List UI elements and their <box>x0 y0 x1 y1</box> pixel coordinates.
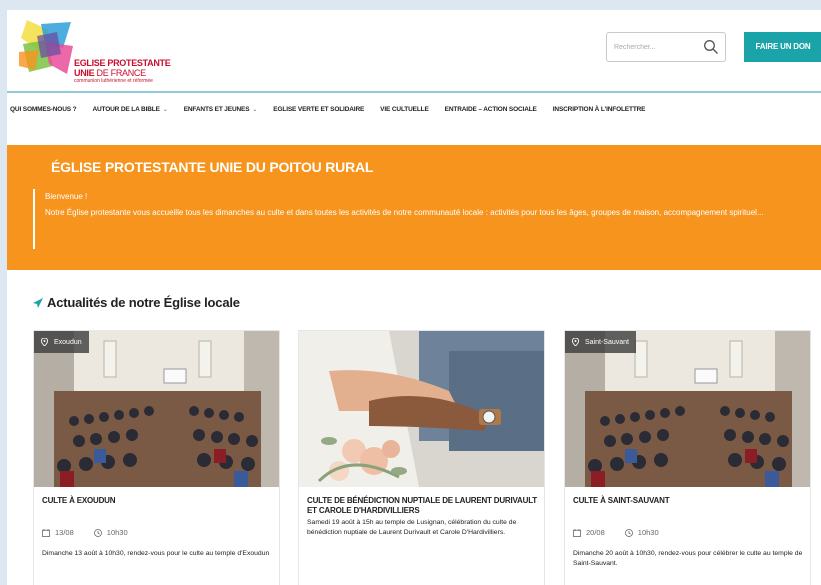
location-tag-label: Saint-Sauvant <box>585 338 629 346</box>
location-tag-label: Exoudun <box>54 338 82 346</box>
nav-item-label: VIE CULTUELLE <box>380 105 429 113</box>
banner-description: Notre Église protestante vous accueille … <box>45 208 764 217</box>
clock-icon <box>93 528 102 537</box>
news-card-benediction[interactable]: CULTE DE BÉNÉDICTION NUPTIALE DE LAURENT… <box>298 330 545 585</box>
logo-line-3: communion luthérienne et réformée <box>74 78 153 84</box>
card-description: Samedi 19 août à 15h au temple de Lusign… <box>307 519 517 536</box>
nav-item-label: AUTOUR DE LA BIBLE <box>92 105 160 113</box>
logo-line-2-normal: DE FRANCE <box>96 68 147 78</box>
nav-item-label: ENFANTS ET JEUNES <box>183 105 250 113</box>
banner-text: Bienvenue ! Notre Église protestante vou… <box>33 189 803 249</box>
nav-item-infolettre[interactable]: INSCRIPTION À L'INFOLETTRE <box>545 106 654 113</box>
card-time: 10h30 <box>106 528 128 537</box>
donate-button[interactable]: FAIRE UN DON <box>744 32 821 62</box>
nav-item-entraide[interactable]: ENTRAIDE – ACTION SOCIALE <box>437 106 545 113</box>
clock-icon <box>624 528 633 537</box>
banner-title: ÉGLISE PROTESTANTE UNIE DU POITOU RURAL <box>51 159 374 175</box>
nav-item-enfants-et-jeunes[interactable]: ENFANTS ET JEUNES ⌄ <box>176 106 266 113</box>
nav-item-autour-de-la-bible[interactable]: AUTOUR DE LA BIBLE ⌄ <box>84 106 175 113</box>
card-meta: 13/08 10h30 <box>42 528 128 537</box>
calendar-icon <box>573 528 581 537</box>
card-title[interactable]: CULTE À SAINT-SAUVANT <box>573 496 805 506</box>
calendar-icon <box>42 528 50 537</box>
location-pin-icon <box>41 338 48 346</box>
card-description: Dimanche 20 août à 10h30, rendez-vous po… <box>573 550 803 567</box>
logo-mark-icon <box>19 20 73 74</box>
church-interior-image <box>565 331 810 487</box>
chevron-down-icon: ⌄ <box>162 106 168 113</box>
news-card-saint-sauvant[interactable]: Saint-Sauvant CULTE À SAINT-SAUVANT 20/0… <box>564 330 811 585</box>
nav-item-label: INSCRIPTION À L'INFOLETTRE <box>552 105 646 113</box>
banner-welcome: Bienvenue ! <box>45 192 88 201</box>
logo-line-2-bold: UNIE <box>74 68 95 78</box>
card-image[interactable]: Exoudun <box>34 331 279 487</box>
card-image[interactable] <box>299 331 544 487</box>
card-date: 13/08 <box>55 528 74 537</box>
location-pin-icon <box>572 338 579 346</box>
nav-item-qui-sommes-nous[interactable]: QUI SOMMES-NOUS ? <box>7 106 84 113</box>
location-tag[interactable]: Exoudun <box>34 331 89 353</box>
nav-item-label: EGLISE VERTE ET SOLIDAIRE <box>273 105 365 113</box>
site-header: EGLISE PROTESTANTE UNIE DE FRANCE commun… <box>7 10 821 93</box>
hero-banner: ÉGLISE PROTESTANTE UNIE DU POITOU RURAL … <box>7 145 821 270</box>
site-logo[interactable]: EGLISE PROTESTANTE UNIE DE FRANCE commun… <box>19 18 179 88</box>
nav-item-eglise-verte[interactable]: EGLISE VERTE ET SOLIDAIRE <box>265 106 372 113</box>
main-nav: QUI SOMMES-NOUS ? AUTOUR DE LA BIBLE ⌄ EN… <box>7 95 821 123</box>
nav-item-label: ENTRAIDE – ACTION SOCIALE <box>444 105 537 113</box>
section-title-text: Actualités de notre Église locale <box>47 295 240 310</box>
card-date: 20/08 <box>586 528 605 537</box>
chevron-down-icon: ⌄ <box>252 106 258 113</box>
card-description: Dimanche 13 août à 10h30, rendez-vous po… <box>42 550 270 557</box>
logo-line-1: EGLISE PROTESTANTE <box>74 58 171 68</box>
search-input[interactable] <box>614 39 694 55</box>
card-title[interactable]: CULTE DE BÉNÉDICTION NUPTIALE DE LAURENT… <box>307 496 539 516</box>
logo-line-2: UNIE DE FRANCE <box>74 69 170 78</box>
card-meta: 20/08 10h30 <box>573 528 659 537</box>
nav-item-label: QUI SOMMES-NOUS ? <box>10 105 77 113</box>
card-time: 10h30 <box>637 528 659 537</box>
page: EGLISE PROTESTANTE UNIE DE FRANCE commun… <box>7 10 821 585</box>
church-interior-image <box>34 331 279 487</box>
search-box <box>606 32 726 62</box>
wedding-hands-image <box>299 331 544 487</box>
news-card-exoudun[interactable]: Exoudun CULTE À EXOUDUN 13/08 10h30 Dima… <box>33 330 280 585</box>
section-title: Actualités de notre Église locale <box>33 295 240 310</box>
search-icon[interactable] <box>703 39 719 55</box>
nav-item-vie-cultuelle[interactable]: VIE CULTUELLE <box>372 106 437 113</box>
card-title[interactable]: CULTE À EXOUDUN <box>42 496 274 506</box>
logo-text: EGLISE PROTESTANTE UNIE DE FRANCE commun… <box>74 58 171 84</box>
card-image[interactable]: Saint-Sauvant <box>565 331 810 487</box>
location-tag[interactable]: Saint-Sauvant <box>565 331 636 353</box>
paper-plane-icon <box>33 297 43 308</box>
